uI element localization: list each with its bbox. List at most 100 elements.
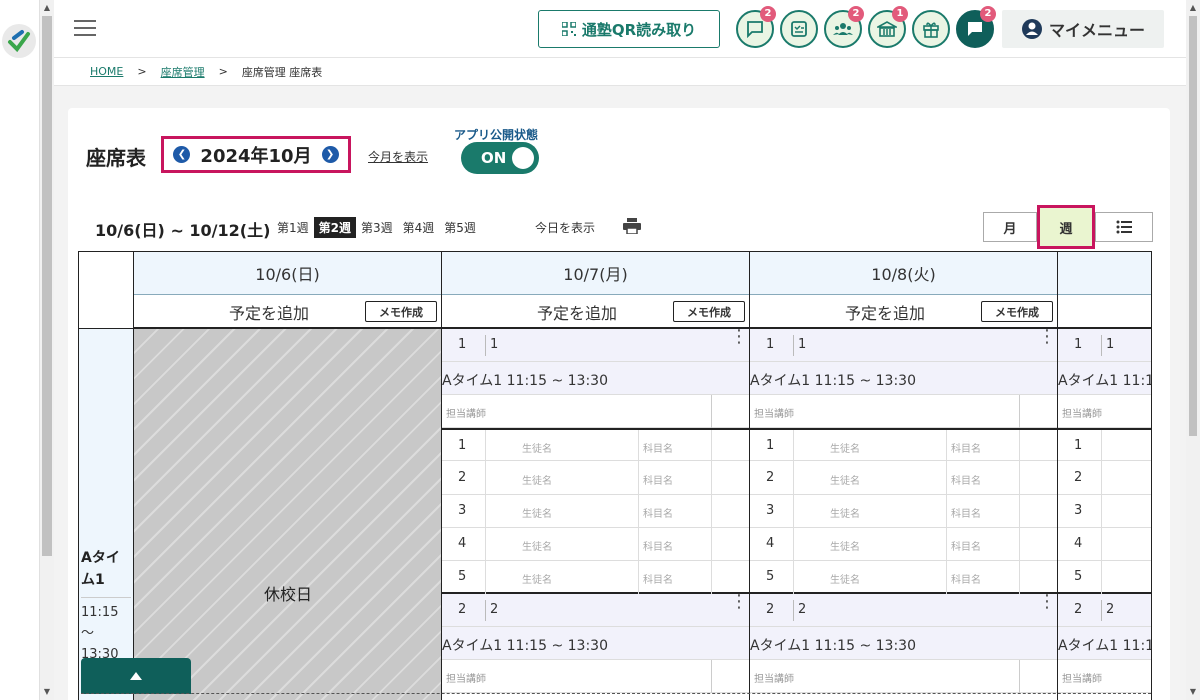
group-number: 1: [458, 337, 467, 352]
dashed-divider: [81, 693, 1151, 694]
teacher-row[interactable]: 担当講師: [442, 660, 749, 693]
seat-separator: [485, 528, 486, 561]
school-button[interactable]: 1: [868, 6, 908, 48]
slot-name: Aタイム1: [81, 550, 120, 588]
seat-group-row[interactable]: 2 2 ⋮: [750, 593, 1057, 627]
seat-row[interactable]: 4 生徒名 科目名: [750, 528, 1057, 561]
parents-button[interactable]: 2: [824, 6, 864, 48]
seat-separator: [711, 561, 712, 594]
seat-group-row[interactable]: 2 2 ⋮: [442, 593, 749, 627]
seat-number: 3: [458, 503, 467, 518]
people-group-icon: [833, 23, 853, 35]
teacher-row[interactable]: 担当講師: [442, 395, 749, 428]
create-memo-button[interactable]: メモ作成: [365, 301, 437, 322]
week-tab-4[interactable]: 第4週: [398, 217, 440, 238]
seat-row[interactable]: 4 生徒名 科目名: [442, 528, 749, 561]
list-view-button[interactable]: [1095, 212, 1153, 242]
app-publish-toggle[interactable]: ON: [461, 142, 539, 174]
seat-separator: [946, 528, 947, 561]
week-tab-2[interactable]: 第2週: [313, 217, 356, 238]
seat-row[interactable]: 4: [1058, 528, 1151, 561]
show-today-link[interactable]: 今日を表示: [535, 219, 595, 236]
seat-row[interactable]: 3 生徒名 科目名: [442, 495, 749, 528]
add-schedule-link[interactable]: 予定を追加: [442, 300, 712, 324]
teacher-row[interactable]: 担当講師: [1058, 660, 1151, 693]
app-logo-icon[interactable]: [2, 24, 36, 58]
seat-separator: [946, 430, 947, 463]
holiday-cell: 休校日: [134, 329, 442, 700]
more-options-icon[interactable]: ⋮: [730, 593, 748, 611]
teacher-row[interactable]: 担当講師: [750, 395, 1057, 428]
seat-row[interactable]: 5 生徒名 科目名: [442, 561, 749, 594]
teacher-row[interactable]: 担当講師: [750, 660, 1057, 693]
seat-row[interactable]: 5: [1058, 561, 1151, 594]
create-memo-button[interactable]: メモ作成: [673, 301, 745, 322]
seat-row[interactable]: 1 生徒名 科目名: [442, 428, 749, 463]
seat-number: 1: [766, 438, 775, 453]
seat-group-row[interactable]: 2 2: [1058, 594, 1151, 627]
week-tab-5[interactable]: 第5週: [439, 217, 481, 238]
breadcrumb-seat-mgmt-link[interactable]: 座席管理: [161, 64, 205, 80]
seat-number: 2: [1074, 470, 1083, 485]
teacher-row[interactable]: 担当講師: [1058, 395, 1151, 428]
scrollbar-thumb[interactable]: [42, 16, 52, 556]
print-icon[interactable]: [623, 218, 641, 238]
lesson-row: Aタイム1 11:15 ~ 13:30: [442, 362, 749, 395]
seat-row[interactable]: 2 生徒名 科目名: [750, 462, 1057, 495]
breadcrumb-home-link[interactable]: HOME: [90, 65, 123, 78]
prev-month-icon[interactable]: ❮: [173, 146, 191, 163]
more-options-icon[interactable]: ⋮: [730, 329, 748, 346]
week-tab-1[interactable]: 第1週: [272, 217, 314, 238]
scroll-to-top-button[interactable]: [81, 658, 191, 694]
day-add-row: 予定を追加 メモ作成: [442, 295, 749, 329]
group-separator: [1101, 335, 1102, 356]
scroll-down-arrow-icon[interactable]: ▼: [42, 686, 52, 698]
seat-row[interactable]: 1: [1058, 428, 1151, 463]
sidebar-scrollbar[interactable]: ▲ ▼: [40, 0, 54, 700]
chat-button[interactable]: 2: [736, 6, 776, 48]
checklist-icon: [791, 21, 807, 37]
teacher-label: 担当講師: [1062, 409, 1102, 420]
scroll-up-arrow-icon[interactable]: ▲: [1188, 2, 1198, 14]
week-tab-3[interactable]: 第3週: [356, 217, 398, 238]
messages-button[interactable]: 2: [956, 6, 996, 48]
gift-button[interactable]: [912, 10, 950, 48]
qr-scan-button[interactable]: 通塾QR読み取り: [538, 10, 720, 48]
subject-placeholder: 科目名: [643, 575, 673, 586]
checklist-button[interactable]: [780, 10, 818, 48]
seat-row[interactable]: 2: [1058, 462, 1151, 495]
seat-separator: [638, 462, 639, 495]
hamburger-menu-icon[interactable]: [74, 20, 96, 38]
student-name-placeholder: 生徒名: [522, 444, 552, 455]
seat-separator: [485, 462, 486, 495]
create-memo-button[interactable]: メモ作成: [981, 301, 1053, 322]
more-options-icon[interactable]: ⋮: [1038, 329, 1056, 346]
page-scrollbar[interactable]: ▲ ▼: [1186, 0, 1200, 700]
seat-calendar: 10/6(日) 予定を追加 メモ作成 10/7(月) 予定を追加 メモ作成 10…: [78, 251, 1152, 700]
seat-group-row[interactable]: 1 1: [1058, 329, 1151, 362]
scrollbar-thumb[interactable]: [1189, 16, 1197, 436]
month-view-button[interactable]: 月: [983, 212, 1037, 242]
next-month-icon[interactable]: ❯: [321, 146, 339, 163]
week-view-button[interactable]: 週: [1037, 205, 1095, 249]
seat-row[interactable]: 3 生徒名 科目名: [750, 495, 1057, 528]
seat-row[interactable]: 2 生徒名 科目名: [442, 462, 749, 495]
seat-row[interactable]: 1 生徒名 科目名: [750, 428, 1057, 463]
scroll-down-arrow-icon[interactable]: ▼: [1188, 686, 1198, 698]
seat-separator: [946, 495, 947, 528]
student-name-placeholder: 生徒名: [830, 476, 860, 487]
student-name-placeholder: 生徒名: [830, 575, 860, 586]
show-this-month-link[interactable]: 今月を表示: [368, 148, 428, 165]
my-menu-button[interactable]: マイメニュー: [1002, 10, 1164, 48]
scroll-up-arrow-icon[interactable]: ▲: [42, 2, 52, 14]
day-add-row: [1058, 295, 1151, 329]
add-schedule-link[interactable]: 予定を追加: [750, 300, 1020, 324]
seat-group-row[interactable]: 1 1 ⋮: [750, 329, 1057, 362]
qr-scan-label: 通塾QR読み取り: [581, 20, 697, 39]
teacher-separator: [1019, 395, 1020, 428]
seat-row[interactable]: 5 生徒名 科目名: [750, 561, 1057, 594]
add-schedule-link[interactable]: 予定を追加: [134, 300, 404, 324]
seat-group-row[interactable]: 1 1 ⋮: [442, 329, 749, 362]
seat-row[interactable]: 3: [1058, 495, 1151, 528]
more-options-icon[interactable]: ⋮: [1038, 593, 1056, 611]
